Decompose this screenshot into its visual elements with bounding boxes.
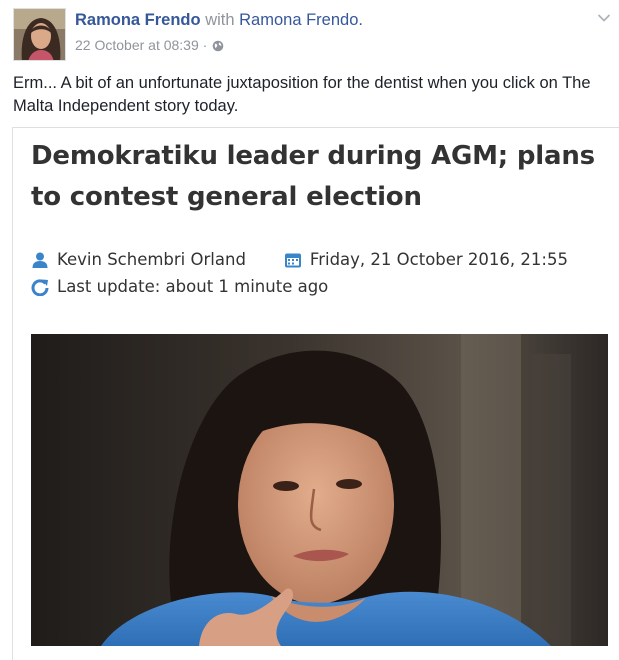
author-name-link[interactable]: Ramona Frendo bbox=[75, 11, 201, 29]
avatar[interactable] bbox=[13, 8, 66, 61]
post-body-text: Erm... A bit of an unfortunate juxtaposi… bbox=[13, 74, 591, 115]
article-last-update: Last update: about 1 minute ago bbox=[57, 277, 329, 296]
article-date-wrap: Friday, 21 October 2016, 21:55 bbox=[284, 250, 568, 269]
post-header: Ramona Frendo with Ramona Frendo. bbox=[75, 11, 363, 30]
shared-article-screenshot[interactable]: Demokratiku leader during AGM; plans to … bbox=[12, 127, 619, 660]
tagged-user-link[interactable]: Ramona Frendo. bbox=[239, 11, 363, 29]
article-headline: Demokratiku leader during AGM; plans to … bbox=[31, 141, 595, 212]
with-label: with bbox=[205, 11, 235, 29]
facebook-post: Ramona Frendo with Ramona Frendo. 22 Oct… bbox=[0, 0, 619, 660]
article-author: Kevin Schembri Orland bbox=[57, 250, 246, 269]
chevron-down-icon[interactable] bbox=[597, 10, 611, 22]
refresh-icon bbox=[31, 278, 49, 296]
article-date: Friday, 21 October 2016, 21:55 bbox=[309, 250, 568, 269]
post-meta: 22 October at 08:39 · bbox=[75, 37, 224, 53]
globe-icon[interactable] bbox=[212, 39, 224, 52]
article-byline: Kevin Schembri Orland Friday, 21 October… bbox=[31, 250, 568, 269]
person-icon bbox=[31, 251, 49, 269]
post-timestamp[interactable]: 22 October at 08:39 · bbox=[75, 37, 207, 53]
calendar-icon bbox=[284, 251, 302, 269]
article-photo bbox=[31, 334, 608, 646]
article-update-row: Last update: about 1 minute ago bbox=[31, 277, 328, 296]
